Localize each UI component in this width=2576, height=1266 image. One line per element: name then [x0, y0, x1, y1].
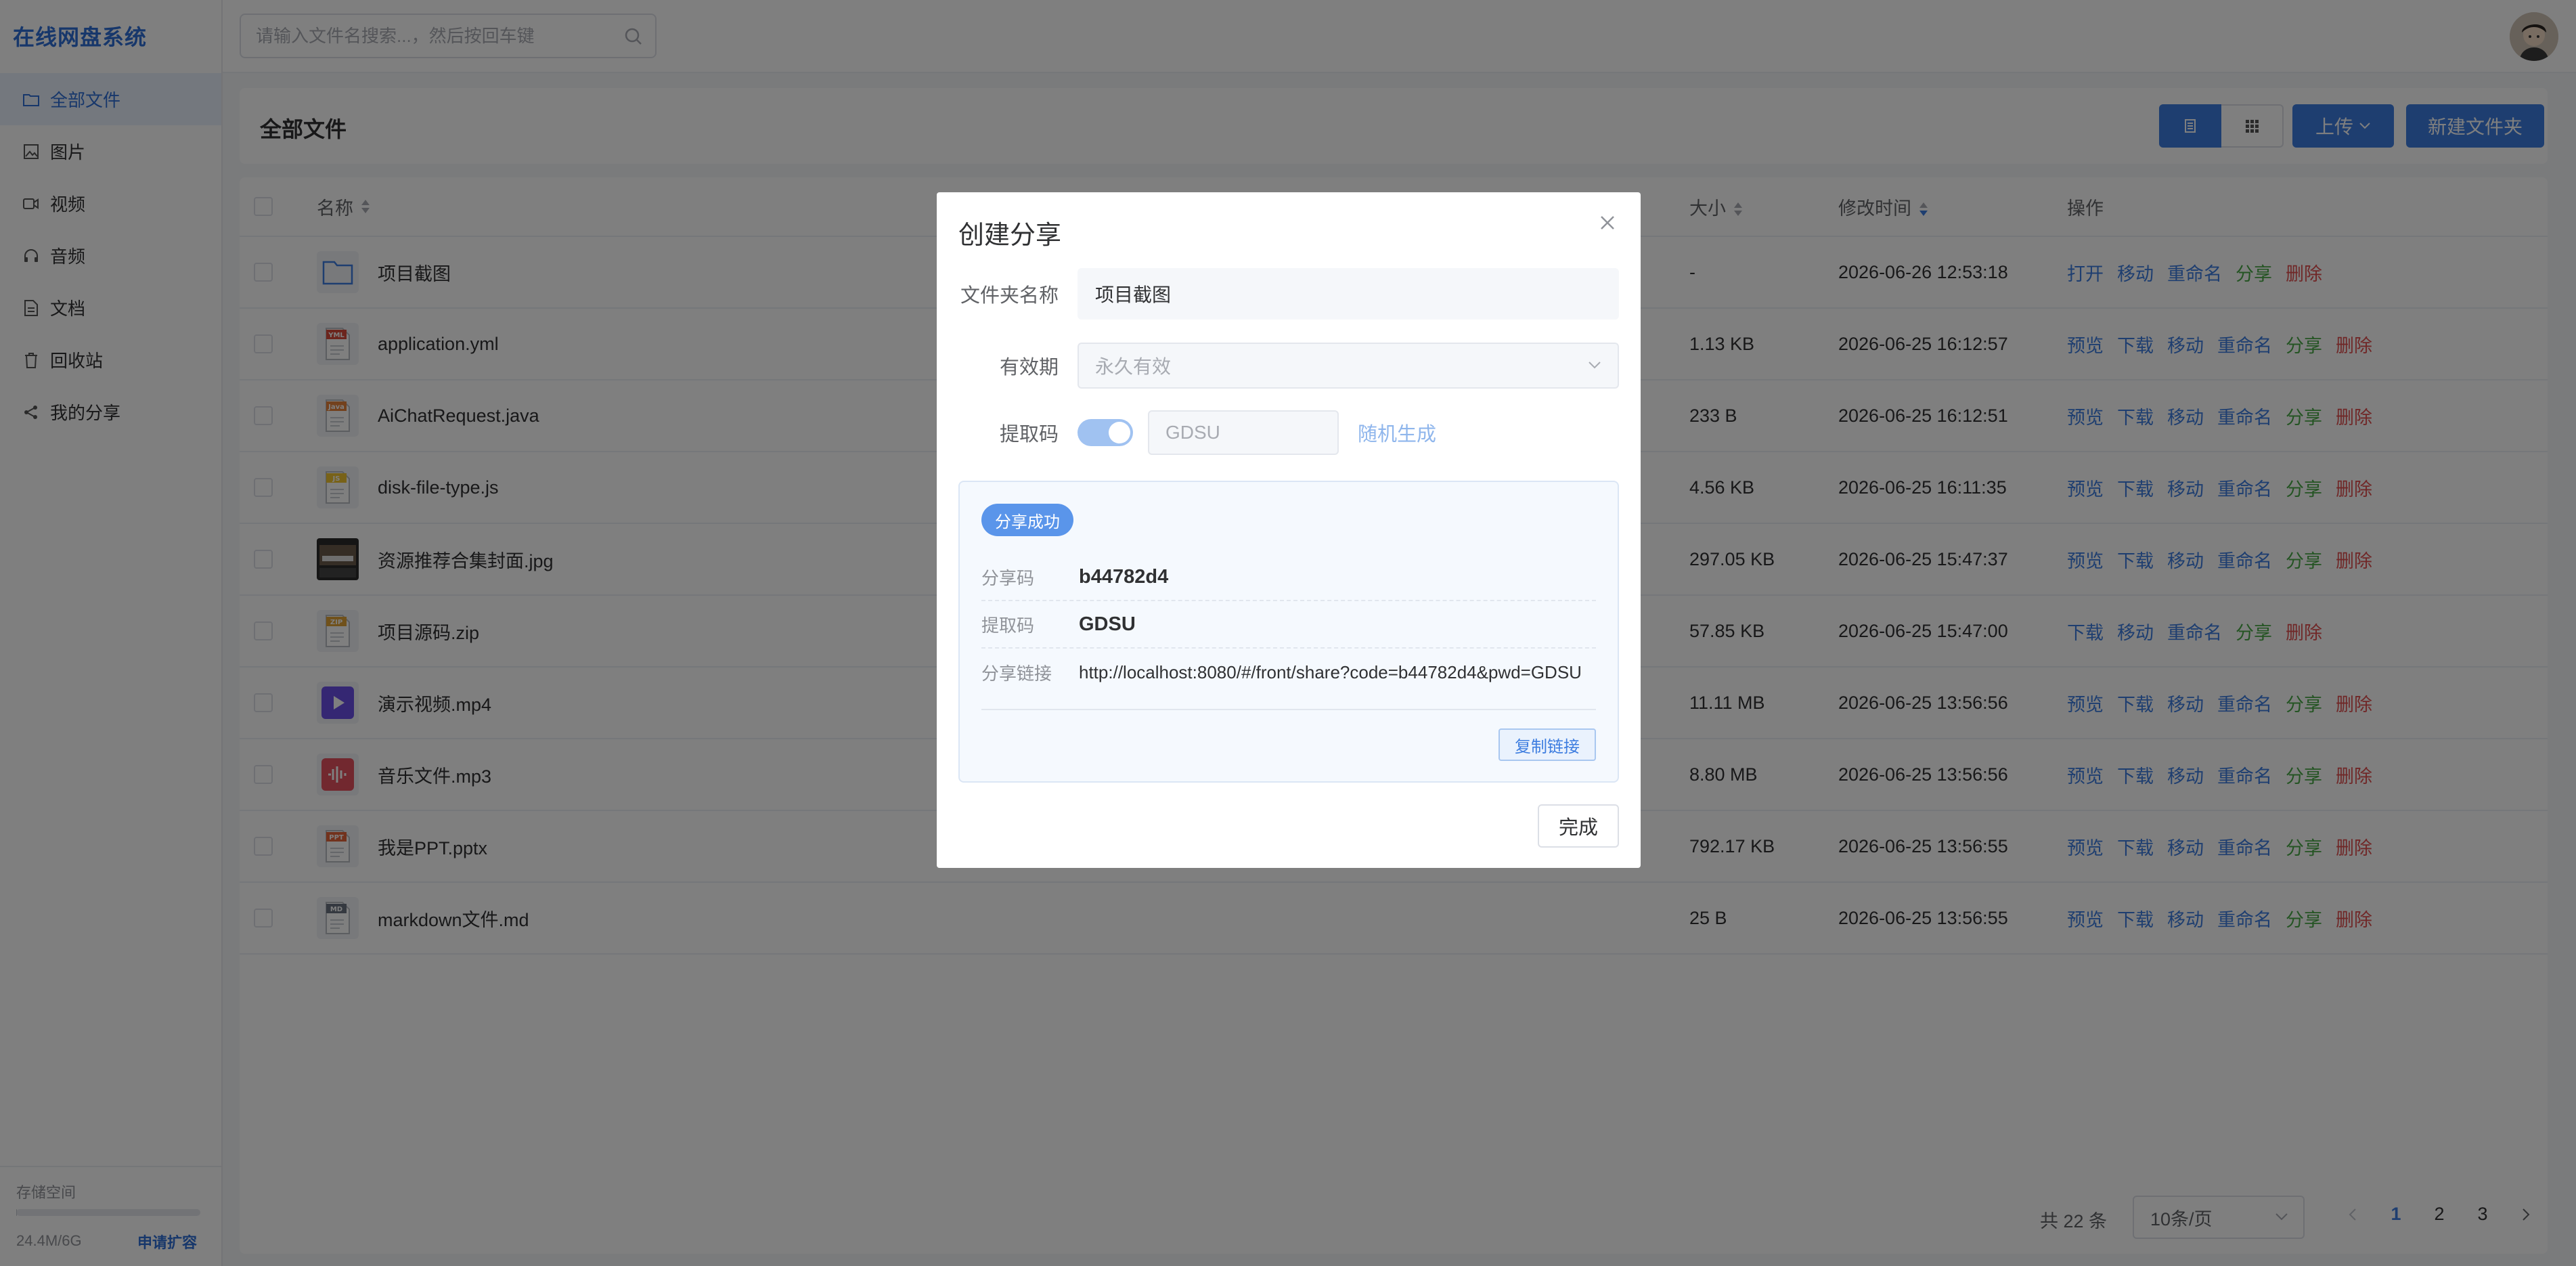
share-success-badge: 分享成功 [981, 504, 1073, 536]
expiry-select: 永久有效 [1078, 343, 1619, 389]
close-icon[interactable] [1599, 214, 1616, 232]
divider [981, 709, 1596, 710]
toggle-knob [1109, 422, 1130, 443]
expiry-label: 有效期 [999, 357, 1059, 378]
done-button[interactable]: 完成 [1538, 804, 1619, 848]
share-link-label: 分享链接 [981, 663, 1052, 684]
extract-code-result-value: GDSU [1079, 613, 1136, 635]
folder-name-field: 项目截图 [1078, 268, 1619, 320]
create-share-dialog: 创建分享 文件夹名称 项目截图 有效期 永久有效 提取码 GDSU 随机生成 分… [937, 192, 1641, 868]
extract-code-row: 提取码 GDSU 随机生成 [937, 410, 1641, 455]
extract-code-result-row: 提取码 GDSU [981, 601, 1596, 649]
share-link-row: 分享链接 http://localhost:8080/#/front/share… [981, 649, 1596, 696]
share-link-value: http://localhost:8080/#/front/share?code… [1079, 661, 1582, 682]
extract-code-label: 提取码 [999, 424, 1059, 445]
chevron-down-icon [1588, 360, 1601, 370]
folder-name-row: 文件夹名称 项目截图 [937, 268, 1641, 320]
extract-code-input: GDSU [1148, 410, 1339, 455]
expiry-value: 永久有效 [1095, 356, 1172, 377]
share-result-panel: 分享成功 分享码 b44782d4 提取码 GDSU 分享链接 http://l… [958, 481, 1619, 783]
expiry-row: 有效期 永久有效 [937, 343, 1641, 389]
copy-link-button[interactable]: 复制链接 [1498, 728, 1596, 761]
share-code-label: 分享码 [981, 567, 1035, 588]
random-generate-link[interactable]: 随机生成 [1358, 418, 1436, 447]
share-code-value: b44782d4 [1079, 565, 1169, 588]
dialog-title: 创建分享 [958, 221, 1062, 250]
share-code-row: 分享码 b44782d4 [981, 554, 1596, 601]
extract-code-result-label: 提取码 [981, 615, 1035, 636]
folder-name-label: 文件夹名称 [960, 285, 1059, 307]
extract-code-toggle[interactable] [1078, 419, 1133, 446]
